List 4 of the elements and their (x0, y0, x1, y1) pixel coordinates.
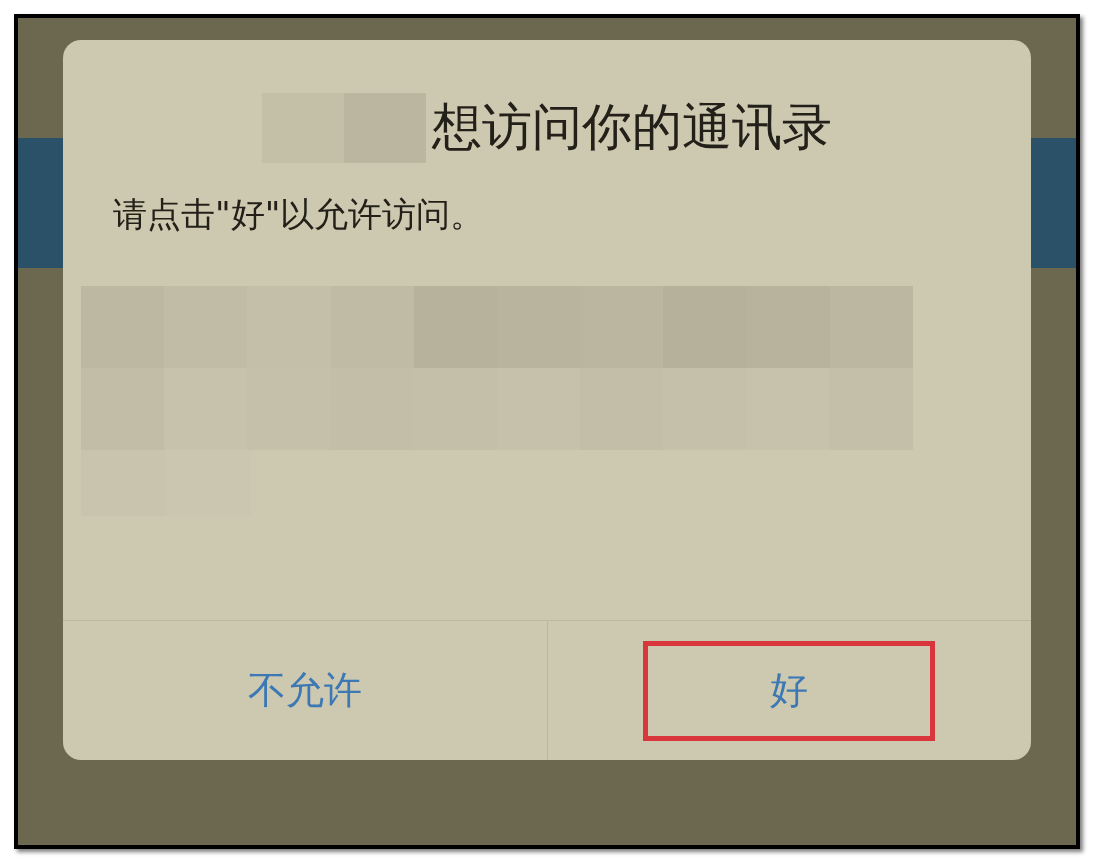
alert-title: 想访问你的通讯录 (432, 97, 832, 158)
alert-button[interactable]: 好 (643, 640, 936, 741)
alert-message: 请点击"好"以允许访问。 (113, 193, 485, 236)
alert-button[interactable]: 不允许 (158, 640, 451, 741)
